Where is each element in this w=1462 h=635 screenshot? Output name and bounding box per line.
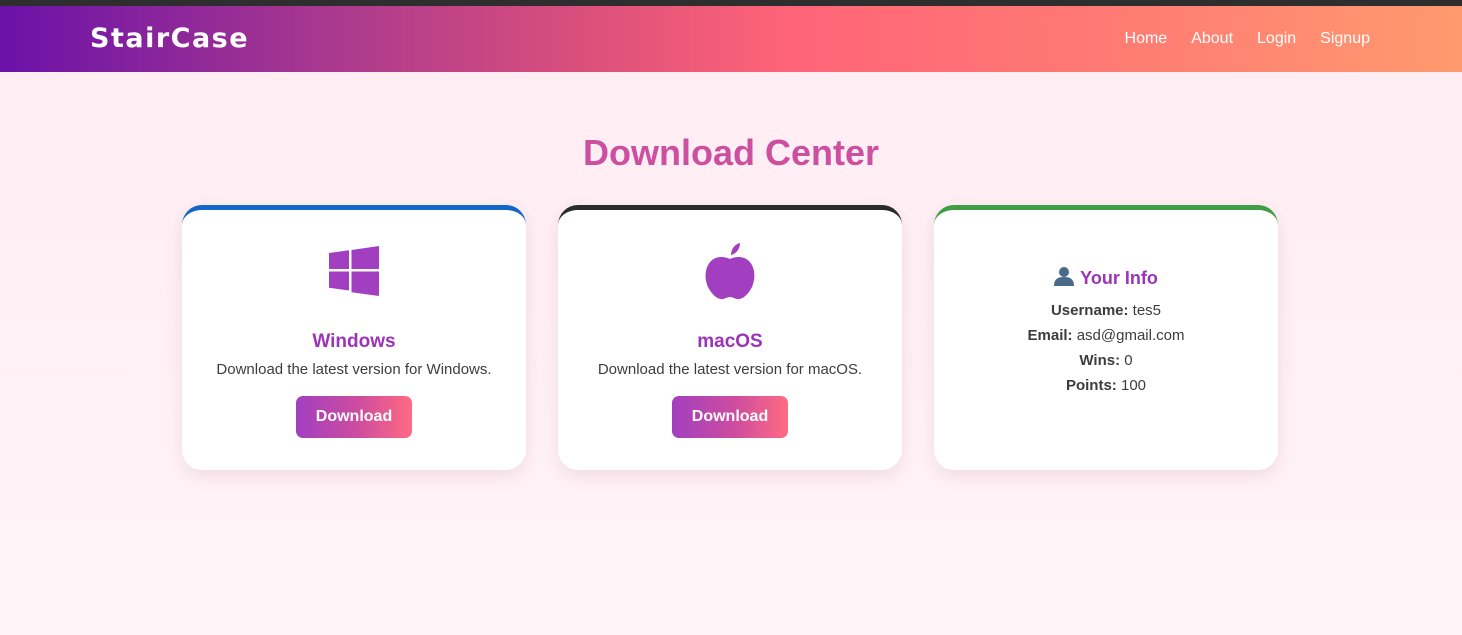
info-row-email: Email: asd@gmail.com bbox=[934, 323, 1278, 348]
username-value: tes5 bbox=[1132, 302, 1162, 319]
nav-link-home[interactable]: Home bbox=[1125, 30, 1168, 48]
page-title: Download Center bbox=[582, 132, 879, 173]
user-info-heading: Your Info bbox=[934, 266, 1278, 291]
nav-link-about[interactable]: About bbox=[1191, 30, 1233, 48]
apple-logo-icon bbox=[558, 242, 902, 300]
windows-download-button[interactable]: Download bbox=[296, 396, 412, 438]
points-value: 100 bbox=[1120, 377, 1147, 394]
nav-link-login[interactable]: Login bbox=[1257, 30, 1296, 48]
nav-links: Home About Login Signup bbox=[1125, 30, 1370, 48]
user-info-card: Your Info Username: tes5 Email: asd@gmai… bbox=[934, 205, 1278, 470]
wins-value: 0 bbox=[1124, 352, 1133, 369]
email-label: Email: bbox=[1027, 327, 1073, 344]
windows-card-description: Download the latest version for Windows. bbox=[216, 361, 492, 378]
points-label: Points: bbox=[1065, 377, 1117, 394]
info-row-wins: Wins: 0 bbox=[934, 348, 1278, 373]
user-info-title: Your Info bbox=[1080, 268, 1158, 288]
windows-card-title: Windows bbox=[312, 331, 396, 352]
macos-download-button[interactable]: Download bbox=[672, 396, 788, 438]
wins-label: Wins: bbox=[1079, 352, 1121, 369]
windows-logo-icon bbox=[182, 246, 526, 296]
user-info-list: Username: tes5 Email: asd@gmail.com Wins… bbox=[934, 298, 1278, 398]
macos-card-title: macOS bbox=[697, 331, 763, 352]
nav-link-signup[interactable]: Signup bbox=[1320, 30, 1370, 48]
info-row-points: Points: 100 bbox=[934, 373, 1278, 398]
brand-logo[interactable]: StairCase bbox=[90, 23, 249, 54]
macos-card-description: Download the latest version for macOS. bbox=[597, 361, 863, 378]
user-icon bbox=[1054, 266, 1075, 291]
username-label: Username: bbox=[1050, 302, 1129, 319]
email-value: asd@gmail.com bbox=[1076, 327, 1185, 344]
windows-download-card: Windows Download the latest version for … bbox=[182, 205, 526, 470]
macos-download-card: macOS Download the latest version for ma… bbox=[558, 205, 902, 470]
info-row-username: Username: tes5 bbox=[934, 298, 1278, 323]
navbar: StairCase Home About Login Signup bbox=[0, 6, 1462, 72]
